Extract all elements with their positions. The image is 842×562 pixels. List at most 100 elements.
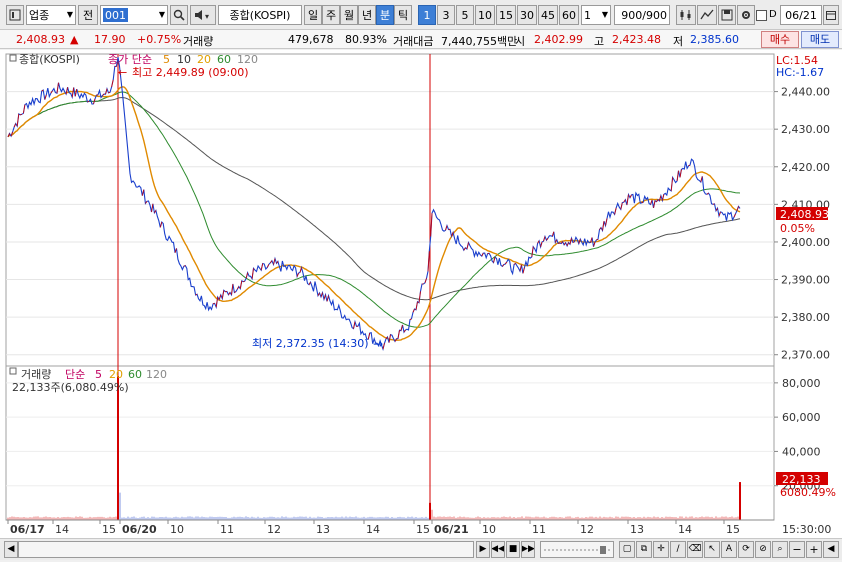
price-volume-chart[interactable]: 2,440.002,430.002,420.002,410.002,400.00… <box>0 50 842 538</box>
date-field[interactable]: 06/21 <box>780 5 822 25</box>
scope-button[interactable]: 전 <box>78 5 98 25</box>
period-year[interactable]: 년 <box>358 5 376 25</box>
volume-legend-prefix: 단순 <box>65 368 85 381</box>
turnover-label: 거래대금 <box>393 35 434 48</box>
ma-legend-5: 5 <box>163 53 170 66</box>
index-name-field: 종합(KOSPI) <box>218 5 302 25</box>
gear-icon[interactable] <box>737 5 755 25</box>
period-tick[interactable]: 틱 <box>394 5 412 25</box>
reset-icon[interactable]: ⟳ <box>738 541 754 558</box>
ma-legend-60: 60 <box>217 53 231 66</box>
interval-1[interactable]: 1 <box>418 5 436 25</box>
last-pct-label: 0.05% <box>780 222 815 235</box>
period-day[interactable]: 일 <box>304 5 322 25</box>
toolbar: 업종 ▼ 전 001 ▼ ▾ 종합(KOSPI) 일 주 월 년 분 틱 1 3… <box>0 0 842 30</box>
x-tick-label: 13 <box>316 523 330 536</box>
quote-bar: 2,408.93 ▲ 17.90 +0.75% 거래량 479,678 80.9… <box>0 30 842 49</box>
fast-forward-icon[interactable]: ▶▶ <box>521 541 535 558</box>
x-axis-labels: 06/17 14 15 06/20 10 11 12 13 14 15 06/21 10 11 12 13 1… <box>6 519 774 536</box>
y-tick-label: 2,390.00 <box>781 274 830 287</box>
scroll-right-icon[interactable]: ▶ <box>476 541 490 558</box>
ma-legend-20: 20 <box>197 53 211 66</box>
horizontal-scrollbar[interactable] <box>18 541 474 558</box>
checkbox-box <box>756 9 767 21</box>
sell-button[interactable]: 매도 <box>801 31 839 48</box>
volume-value: 479,678 <box>288 33 334 46</box>
change-up-icon: ▲ <box>70 33 79 46</box>
vol-ma-legend-20: 20 <box>109 368 123 381</box>
clear-icon[interactable]: ⊘ <box>755 541 771 558</box>
turnover-value: 7,440,755백만 <box>441 35 518 48</box>
y-tick-label: 2,370.00 <box>781 349 830 362</box>
vol-ma-legend-5: 5 <box>95 368 102 381</box>
price-legend-prefix: 종가 단순 <box>108 53 152 66</box>
interval-45[interactable]: 45 <box>538 5 558 25</box>
eraser-icon[interactable]: ⌫ <box>687 541 703 558</box>
indicator-icon[interactable] <box>676 5 696 25</box>
x-tick-label: 14 <box>678 523 692 536</box>
count-field[interactable]: 900/900 <box>614 5 670 25</box>
svg-text:▾: ▾ <box>205 12 209 21</box>
y-tick-label: 2,430.00 <box>781 123 830 136</box>
x-tick-label: 11 <box>532 523 546 536</box>
ma-legend-10: 10 <box>177 53 191 66</box>
last-volume-pct: 6080.49% <box>780 486 836 499</box>
crosshair-icon[interactable]: ✛ <box>653 541 669 558</box>
drawing-tool-icon[interactable] <box>697 5 717 25</box>
vol-ma-legend-60: 60 <box>128 368 142 381</box>
chart-menu-icon[interactable] <box>6 5 24 25</box>
text-tool-icon[interactable]: A <box>721 541 737 558</box>
compare-icon[interactable]: ⧉ <box>636 541 652 558</box>
search-icon[interactable]: ⌕ <box>772 541 788 558</box>
x-tick-label: 06/17 <box>10 523 45 536</box>
interval-3[interactable]: 3 <box>437 5 455 25</box>
date-checkbox[interactable]: D <box>756 5 778 25</box>
chart-area[interactable]: 2,440.00 2,430.00 2,420.00 2,410.00 2,400.00… <box>0 50 842 538</box>
interval-select[interactable]: 1 ▼ <box>581 5 611 25</box>
high-value: 2,423.48 <box>612 33 661 46</box>
volume-note: 22,133주(6,080.49%) <box>12 381 129 394</box>
code-input[interactable]: 001 ▼ <box>100 5 168 25</box>
search-icon[interactable] <box>170 5 188 25</box>
period-minute[interactable]: 분 <box>376 5 394 25</box>
price-up-segment <box>641 201 644 204</box>
calendar-icon[interactable] <box>823 5 839 25</box>
chevron-down-icon: ▼ <box>601 10 608 19</box>
volume-panel-title: 거래량 <box>21 368 51 381</box>
interval-30[interactable]: 30 <box>517 5 537 25</box>
x-tick-label: 11 <box>220 523 234 536</box>
scroll-toolbar: ◀ ▶ ◀◀ ■ ▶▶ ▢ ⧉ ✛ ∕ ⌫ ↖ A ⟳ ⊘ ⌕ − + ◀ <box>0 538 842 560</box>
low-label: 저 <box>673 35 684 48</box>
scroll-left-icon[interactable]: ◀ <box>4 541 18 558</box>
interval-15[interactable]: 15 <box>496 5 516 25</box>
market-select[interactable]: 업종 ▼ <box>26 5 76 25</box>
sound-icon[interactable]: ▾ <box>190 5 216 25</box>
interval-5[interactable]: 5 <box>456 5 474 25</box>
count-max: /900 <box>642 8 667 22</box>
zoom-out-icon[interactable]: − <box>789 541 805 558</box>
trend-line-icon[interactable]: ∕ <box>670 541 686 558</box>
zoom-slider[interactable] <box>540 541 614 558</box>
y-tick-label: 2,400.00 <box>781 236 830 249</box>
count-value: 900 <box>621 8 643 22</box>
period-month[interactable]: 월 <box>340 5 358 25</box>
x-tick-label: 06/21 <box>434 523 469 536</box>
zoom-in-icon[interactable]: + <box>806 541 822 558</box>
scroll-end-icon[interactable]: ◀ <box>823 541 839 558</box>
y-tick-label: 2,380.00 <box>781 311 830 324</box>
interval-10[interactable]: 10 <box>475 5 495 25</box>
save-icon[interactable] <box>718 5 736 25</box>
ma-legend-120: 120 <box>237 53 258 66</box>
rewind-icon[interactable]: ◀◀ <box>491 541 505 558</box>
cursor-icon[interactable]: ↖ <box>704 541 720 558</box>
x-tick-label: 12 <box>580 523 594 536</box>
low-marker-arrow: → <box>373 337 383 351</box>
change-percent: +0.75% <box>137 33 182 46</box>
period-week[interactable]: 주 <box>322 5 340 25</box>
buy-button[interactable]: 매수 <box>761 31 799 48</box>
interval-60[interactable]: 60 <box>559 5 579 25</box>
y-tick-label: 2,420.00 <box>781 161 830 174</box>
stop-icon[interactable]: ■ <box>506 541 520 558</box>
window-icon[interactable]: ▢ <box>619 541 635 558</box>
time-axis-label: 15:30:00 <box>782 523 831 536</box>
